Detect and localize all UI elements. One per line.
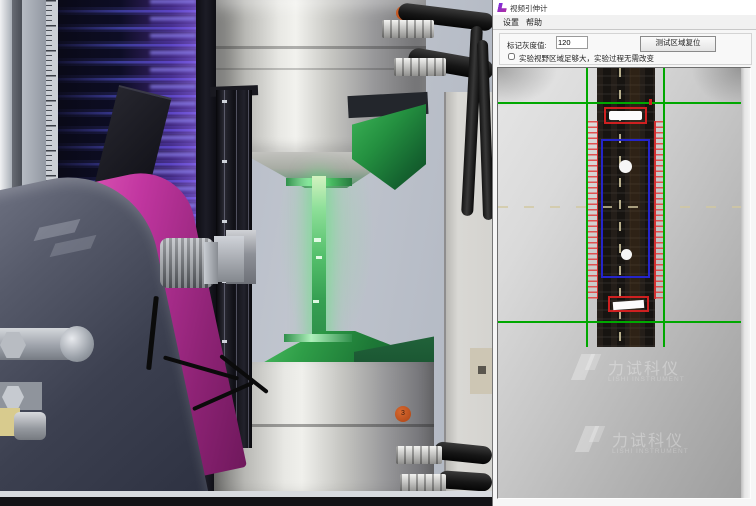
marker-bottom-rect[interactable]	[608, 296, 649, 312]
door-knob	[478, 366, 486, 374]
specimen-edge-left	[597, 121, 599, 299]
lens-mount	[214, 236, 244, 282]
reset-test-area-button[interactable]: 测试区域复位	[640, 36, 716, 52]
specimen-dot-lower	[621, 249, 632, 260]
floor	[0, 497, 492, 506]
specimen-mark	[316, 256, 322, 259]
fov-checkbox-label: 实验视野区域足够大，实验过程无需改变	[519, 53, 654, 64]
watermark: 力试科仪 LISHI INSTRUMENT	[578, 424, 738, 466]
camera-view[interactable]: 力试科仪 LISHI INSTRUMENT 力试科仪 LISHI INSTRUM…	[497, 67, 751, 499]
specimen-mark	[314, 238, 321, 242]
marker-top-rect[interactable]	[604, 107, 647, 124]
upper-grip-seam	[216, 46, 426, 49]
window-title: 视频引伸计	[510, 3, 548, 14]
hose-fitting	[394, 58, 446, 76]
roi-line-right[interactable]	[663, 68, 665, 347]
specimen-mark	[313, 300, 319, 303]
specimen-strip	[312, 176, 326, 352]
fov-checkbox[interactable]	[508, 53, 515, 60]
specimen-edge-right	[654, 121, 656, 299]
hose-fitting	[396, 446, 442, 464]
marker-bottom-blob	[613, 300, 644, 310]
screenshot-root: 1 3	[0, 0, 756, 506]
gray-value-input[interactable]	[556, 36, 588, 49]
specimen-dot-upper	[619, 160, 632, 173]
watermark: 力试科仪 LISHI INSTRUMENT	[574, 352, 734, 394]
menu-help[interactable]: 帮助	[526, 17, 542, 28]
watermark-en: LISHI INSTRUMENT	[608, 376, 685, 383]
small-cylinder	[14, 412, 46, 440]
lens-knob-cap	[204, 242, 218, 284]
menu-settings[interactable]: 设置	[503, 17, 519, 28]
watermark-en: LISHI INSTRUMENT	[612, 448, 689, 455]
roi-line-left[interactable]	[586, 68, 588, 347]
hose-fitting	[400, 474, 446, 492]
green-laser-glow	[278, 178, 374, 354]
support-rod-cap	[60, 326, 94, 362]
red-tick	[649, 99, 652, 105]
lower-jaw-plate	[284, 334, 352, 342]
control-group: 标记灰度值: 测试区域复位 实验视野区域足够大，实验过程无需改变	[499, 33, 752, 65]
marker-top-blob	[609, 111, 642, 120]
view-scrollbar[interactable]	[741, 68, 750, 498]
extensometer-window: 视频引伸计 设置 帮助 标记灰度值: 测试区域复位 实验视野区域足够大，实验过程…	[492, 0, 756, 506]
title-bar: 视频引伸计	[493, 0, 756, 15]
gray-value-label: 标记灰度值:	[507, 40, 547, 51]
roi-line-bottom[interactable]	[498, 321, 741, 323]
camera-image: 力试科仪 LISHI INSTRUMENT 力试科仪 LISHI INSTRUM…	[498, 68, 741, 498]
hose-fitting	[382, 20, 434, 38]
roi-line-top[interactable]	[498, 102, 741, 104]
machine-photo: 1 3	[0, 0, 492, 506]
sticker-label-3: 3	[395, 406, 411, 422]
app-logo-icon	[497, 3, 508, 12]
